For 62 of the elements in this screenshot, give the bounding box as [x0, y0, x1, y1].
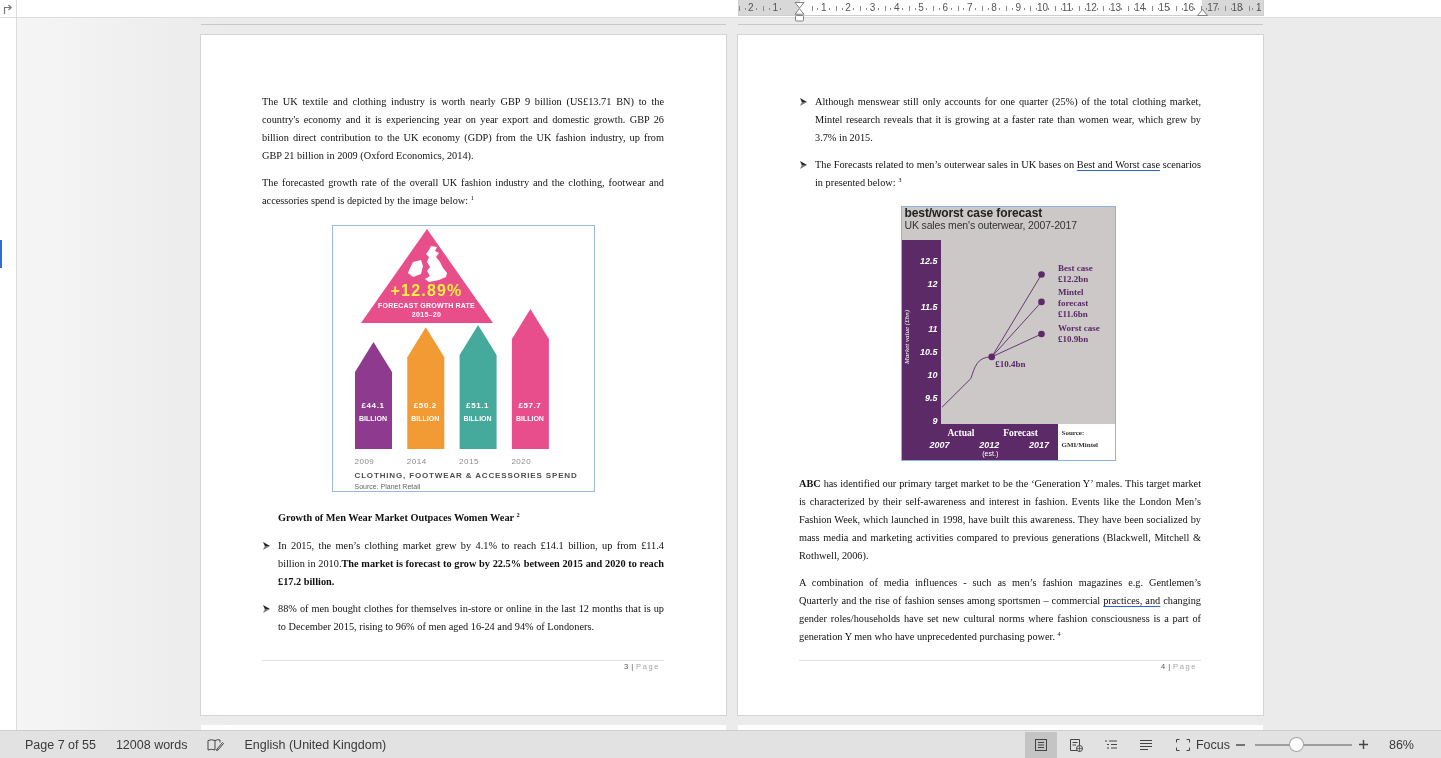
infographic-title: CLOTHING, FOOTWEAR & ACCESSORIES SPEND	[354, 472, 578, 480]
series-label: Worst case	[1058, 322, 1101, 334]
period-label: Actual	[947, 428, 975, 438]
axis-tick-label: 2012	[979, 440, 1000, 450]
ruler-number: 10	[1037, 0, 1049, 15]
ruler-number: 9	[1015, 0, 1022, 15]
data-label: £10.4bn	[995, 358, 1026, 370]
ruler-number: 13	[1109, 0, 1122, 15]
axis-tick-label: 9	[931, 416, 938, 426]
ruler-number: 16	[1182, 0, 1195, 15]
data-label: £11.6bn	[1058, 309, 1089, 321]
axis-tick-label: 12	[926, 278, 938, 289]
ruler-number: 1	[772, 0, 778, 15]
ruler-number: 1	[821, 0, 827, 15]
chart-title: best/worst case forecast	[904, 207, 1043, 220]
axis-tick-label: 10.5	[918, 347, 938, 358]
year-label: 2009	[354, 458, 375, 466]
value-label: £50.2	[413, 402, 437, 410]
period-label: Forecast	[1003, 428, 1038, 438]
paragraph: A combination of media influences - such as men’s fashion magazines e.g. Gentlemen’s Quarterly and the rise of fashion senses among sportsmen – commercial practices, and changing gender roles/households have set new cultural norms where fashion consciousness is a part of generation Y men who have unprecedented purchasing power. $^{4}$	[799, 576, 1201, 644]
bullet-text: 88% of men bought clothes for themselves in-store or online in the last 12 months that is up to December 2015, rising to 96% of men aged 16-24 and 94% of Londoners.	[278, 602, 664, 634]
value-label: £44.1	[361, 402, 385, 410]
ruler-number: 1	[1255, 0, 1262, 15]
axis-tick-label: 11.5	[919, 301, 938, 312]
year-label: 2020	[511, 458, 532, 466]
bullet-text: In 2015, the men’s clothing market grew by 4.1% to reach £14.1 billion, up from £11.4 billion in 2010.The market is forecast to grow by 22.5% between 2015 and 2020 to reach £17.2 billion.	[278, 539, 664, 589]
axis-tick-label: 9.5	[924, 393, 938, 404]
axis-tick-label: 2017	[1029, 440, 1049, 450]
ruler-number: 18	[1231, 0, 1243, 15]
value-label: £57.7	[518, 402, 542, 410]
ruler-number: 2	[748, 0, 754, 15]
value-label: £51.1	[466, 402, 490, 410]
axis-tick-label: 10	[926, 370, 938, 381]
ruler-number: 6	[942, 0, 949, 15]
ruler-number: 8	[991, 0, 997, 15]
ruler-number: 7	[966, 0, 973, 15]
chart-subtitle: UK sales men's outerwear, 2007-2017	[904, 219, 1077, 231]
year-label: 2014	[406, 458, 427, 466]
growth-rate-value: +12.89%	[390, 283, 463, 299]
year-label: 2015	[459, 458, 479, 466]
ruler-number: 5	[918, 0, 924, 15]
axis-tick-label: 12.5	[918, 255, 938, 266]
series-label: Best case	[1058, 263, 1094, 275]
paragraph: The UK textile and clothing industry is worth nearly GBP 9 billion (US£13.71 BN) to the country's economy and it is experiencing year on year export and domestic growth. GBP 26 billion direct contribution to the UK economy (GDP) from the UK fashion industry, up from GBP 21 billion in 2009 (Oxford Economics, 2014).	[262, 95, 664, 163]
data-label: £12.2bn	[1058, 274, 1090, 286]
series-label: Mintel forecast	[1058, 287, 1090, 310]
bullet-text: Although menswear still only accounts for one quarter (25%) of the total clothing market, Mintel research reveals that it is growing at a faster rate than women wear, which grew by 3.7% in 2015.	[815, 95, 1201, 145]
section-heading: Growth of Men Wear Market Outpaces Women Wear $^{2}$	[277, 509, 521, 525]
bullet-text: The Forecasts related to men’s outerwear sales in UK bases on Best and Worst case scenarios in presented below: $^{3}$	[815, 158, 1201, 190]
axis-tick-label: 2007	[929, 440, 950, 450]
ruler-number: 2	[845, 0, 851, 15]
paragraph: ABC has identified our primary target market to be the ‘Generation Y’ males. This target market is characterized by their self-awareness and interest in fashion. Events like the London Men’s Fashion Week, which launched in 1998, have built this awareness. They have been socialized by mass media and marketing activities compared to previous generations (Blackwell, Mitchell & Rothwell, 2006).	[799, 477, 1201, 563]
ruler-number: 14	[1134, 0, 1146, 15]
ruler-number: 4	[893, 0, 900, 15]
axis-tick-label: 11	[927, 324, 938, 335]
paragraph: The forecasted growth rate of the overall UK fashion industry and the clothing, footwear and accessories spend is depicted by the image below: $^{1}$	[262, 176, 664, 208]
ruler-number: 17	[1207, 0, 1219, 15]
ruler-number: 3	[869, 0, 876, 15]
data-label: £10.9bn	[1058, 333, 1090, 345]
ruler-number: 15	[1158, 0, 1170, 15]
ruler-number: 11	[1061, 0, 1073, 15]
ruler-number: 12	[1085, 0, 1097, 15]
